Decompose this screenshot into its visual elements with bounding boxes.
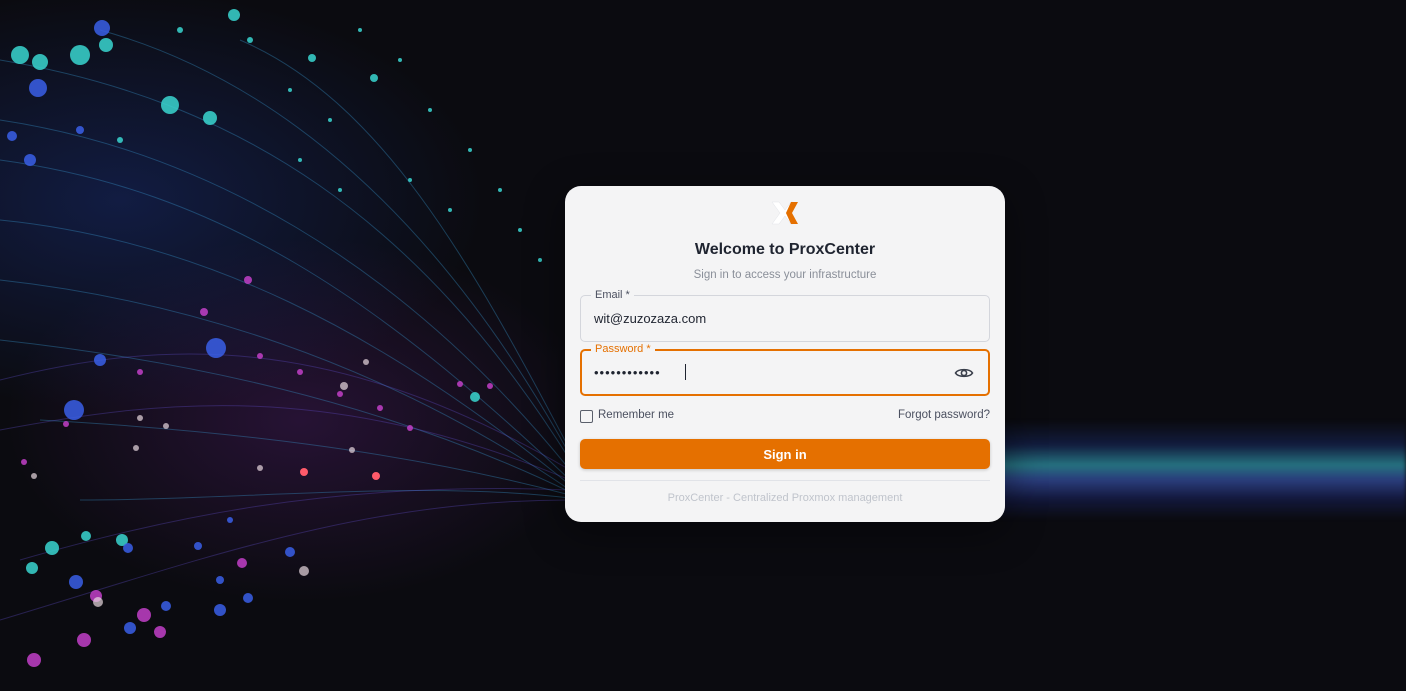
- page-subtitle: Sign in to access your infrastructure: [693, 269, 877, 281]
- password-input[interactable]: ••••••••••••: [594, 365, 934, 380]
- login-card: Welcome to ProxCenter Sign in to access …: [565, 186, 1005, 522]
- eye-icon[interactable]: [954, 363, 974, 383]
- proxcenter-logo-icon: [771, 201, 798, 225]
- sign-in-button[interactable]: Sign in: [580, 439, 990, 469]
- login-page: Welcome to ProxCenter Sign in to access …: [0, 0, 1406, 691]
- email-label: Email *: [591, 288, 634, 302]
- password-label: Password *: [591, 342, 655, 356]
- text-caret: [685, 364, 686, 380]
- remember-me-checkbox[interactable]: [580, 410, 593, 423]
- page-title: Welcome to ProxCenter: [694, 241, 876, 258]
- email-field[interactable]: Email *: [580, 288, 990, 342]
- light-stream: [1000, 420, 1406, 520]
- divider: [580, 480, 990, 481]
- email-input[interactable]: [594, 311, 934, 326]
- password-field[interactable]: Password * ••••••••••••: [580, 342, 990, 396]
- options-row: Remember me Forgot password?: [580, 409, 990, 425]
- remember-me-label[interactable]: Remember me: [598, 409, 674, 421]
- forgot-password-link[interactable]: Forgot password?: [898, 409, 990, 421]
- footer-text: ProxCenter - Centralized Proxmox managem…: [667, 492, 903, 504]
